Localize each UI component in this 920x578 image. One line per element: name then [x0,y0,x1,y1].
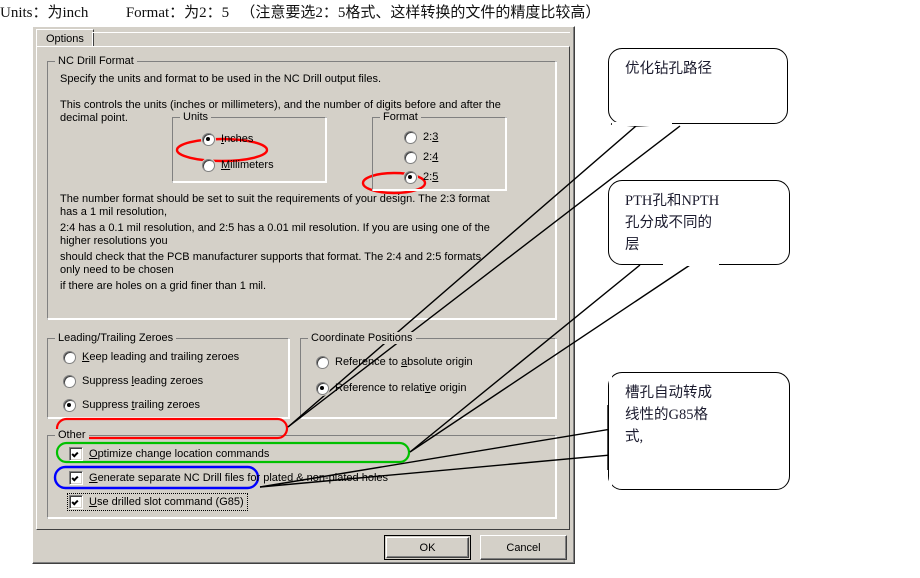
ok-button[interactable]: OK [384,535,471,560]
checkbox-mark-g85 [69,495,83,509]
radio-label-relative-origin: Reference to relative origin [335,381,467,394]
group-nc-drill-format: NC Drill Format Specify the units and fo… [47,55,557,320]
radio-label-absolute-origin: Reference to absolute origin [335,355,473,368]
tab-strip: Options [36,29,570,50]
radio-absolute-origin[interactable]: Reference to absolute origin [316,355,473,369]
cancel-button[interactable]: Cancel [480,535,567,560]
checkbox-use-drilled-slot-g85[interactable]: Use drilled slot command (G85) [67,493,248,511]
radio-mark-2-3 [404,130,417,144]
radio-mark-absolute-origin [316,355,329,369]
group-title-format: Format [380,111,421,123]
callout-text-2: PTH孔和NPTH 孔分成不同的 层 [625,193,720,253]
group-other: Other Optimize change location commands … [47,429,557,519]
group-leading-trailing-zeroes: Leading/Trailing Zeroes Keep leading and… [47,332,290,419]
radio-label-suppress-trailing: Suppress trailing zeroes [82,398,201,411]
radio-label-inches: Inches [221,132,254,145]
options-tab-panel: NC Drill Format Specify the units and fo… [36,46,570,530]
radio-mark-relative-origin [316,381,329,395]
nc-format-note-line-4: should check that the PCB manufacturer s… [60,251,482,263]
page-annotation-header: Units：为inch Format：为2：5 （注意要选2：5格式、这样转换的… [0,5,601,21]
group-title-other: Other [55,429,89,441]
nc-drill-setup-dialog: Options NC Drill Format Specify the unit… [32,26,575,564]
checkbox-mark-generate-separate [69,471,83,485]
radio-label-2-3: 2:3 [423,130,439,143]
group-title-units: Units [180,111,212,123]
checkbox-label-generate-separate: Generate separate NC Drill files for pla… [89,471,388,484]
radio-suppress-leading[interactable]: Suppress leading zeroes [63,374,203,388]
checkbox-optimize-change-location[interactable]: Optimize change location commands [69,447,269,461]
nc-drill-desc-line1: Specify the units and format to be used … [60,73,381,85]
radio-mark-suppress-trailing [63,398,76,412]
nc-drill-desc-line3: decimal point. [60,112,128,124]
nc-format-note-line-1: has a 1 mil resolution, [60,206,167,218]
callout-bubble-1: 优化钻孔路径 [608,48,788,124]
radio-keep-leading-trailing[interactable]: Keep leading and trailing zeroes [63,350,239,364]
radio-format-2-3[interactable]: 2:3 [404,130,438,144]
radio-mark-inches [202,132,215,146]
group-coordinate-positions: Coordinate Positions Reference to absolu… [300,332,557,419]
nc-format-note-line-3: higher resolutions you [60,235,168,247]
callout-bubble-2: PTH孔和NPTH 孔分成不同的 层 [608,180,790,265]
callout-bubble-3: 槽孔自动转成 线性的G85格 式, [608,372,790,490]
radio-mark-suppress-leading [63,374,76,388]
group-title-zeroes: Leading/Trailing Zeroes [55,332,177,344]
radio-units-inches[interactable]: Inches [202,132,253,146]
cancel-button-label: Cancel [506,541,541,554]
group-title-coordinates: Coordinate Positions [308,332,416,344]
callout-tail-notch-1 [612,122,672,126]
checkbox-label-g85: Use drilled slot command (G85) [89,495,244,508]
radio-label-2-5: 2:5 [423,170,439,183]
callout-tail-notch-3b [609,443,612,489]
radio-units-millimeters[interactable]: Millimeters [202,158,274,172]
radio-relative-origin[interactable]: Reference to relative origin [316,381,466,395]
radio-label-keep-leading-trailing: Keep leading and trailing zeroes [82,350,240,363]
radio-format-2-5[interactable]: 2:5 [404,170,438,184]
radio-mark-millimeters [202,158,215,172]
radio-label-millimeters: Millimeters [221,158,274,171]
callout-tail-notch-3a [609,372,612,402]
callout-text-1: 优化钻孔路径 [625,61,712,77]
nc-format-note-line-6: if there are holes on a grid finer than … [60,280,267,292]
radio-suppress-trailing[interactable]: Suppress trailing zeroes [63,398,200,412]
radio-format-2-4[interactable]: 2:4 [404,150,438,164]
checkbox-mark-optimize [69,447,83,461]
callout-tail-notch-2 [663,262,719,266]
nc-format-note-line-2: 2:4 has a 0.1 mil resolution, and 2:5 ha… [60,222,490,234]
nc-format-note-line-5: only need to be chosen [60,264,174,276]
group-format: Format 2:3 2:4 2:5 [372,111,507,191]
group-units: Units Inches Millimeters [172,111,327,183]
checkbox-label-optimize: Optimize change location commands [89,447,270,460]
nc-format-note-line-0: The number format should be set to suit … [60,193,490,205]
group-title-nc-drill-format: NC Drill Format [55,55,137,67]
radio-label-2-4: 2:4 [423,150,439,163]
checkbox-generate-separate-files[interactable]: Generate separate NC Drill files for pla… [69,471,388,485]
radio-mark-keep-leading-trailing [63,350,76,364]
ok-button-label: OK [386,537,469,558]
radio-mark-2-5 [404,170,417,184]
callout-text-3: 槽孔自动转成 线性的G85格 式, [625,385,712,445]
radio-label-suppress-leading: Suppress leading zeroes [82,374,204,387]
radio-mark-2-4 [404,150,417,164]
